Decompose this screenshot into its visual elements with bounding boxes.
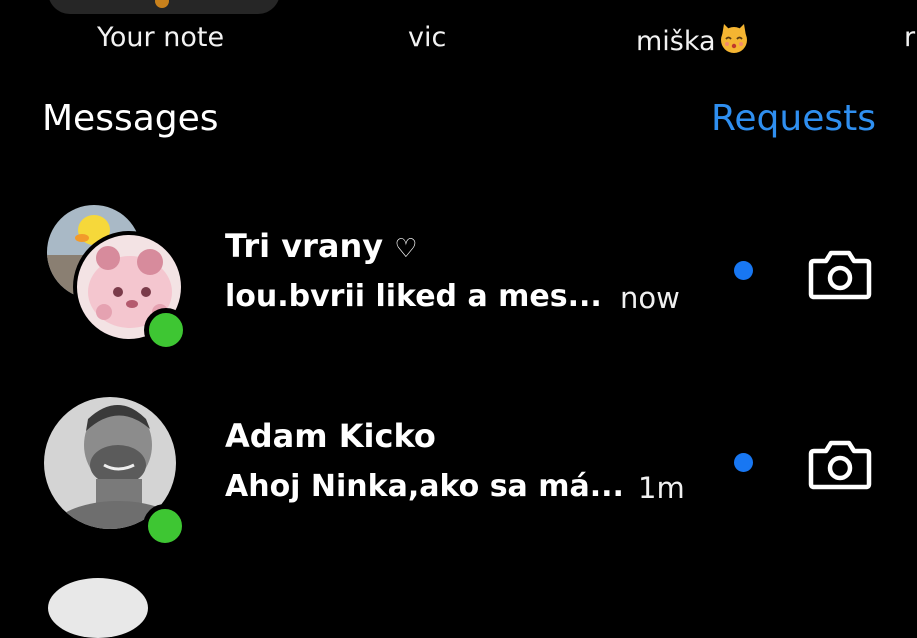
thread-time: now — [620, 281, 680, 315]
online-status-indicator — [143, 504, 187, 548]
thread-row[interactable]: Adam Kicko Ahoj Ninka,ako sa má... 1m — [0, 385, 917, 565]
thread-name: Adam Kicko — [225, 417, 436, 455]
thread-time: 1m — [638, 471, 685, 505]
note-label-miska-text: miška — [636, 26, 716, 57]
next-thread-avatar-partial[interactable] — [48, 578, 148, 638]
group-avatar — [42, 200, 192, 352]
heart-icon: ♡ — [394, 234, 418, 264]
unread-indicator — [734, 453, 753, 472]
online-status-indicator — [144, 308, 188, 352]
camera-icon[interactable] — [808, 437, 872, 491]
requests-link[interactable]: Requests — [711, 98, 876, 139]
thread-name-text: Tri vrany — [225, 227, 384, 265]
note-label-partial[interactable]: r — [904, 22, 915, 53]
kissing-cat-face-icon — [720, 24, 747, 53]
note-label-your-note[interactable]: Your note — [97, 22, 224, 53]
thread-row[interactable]: Tri vrany ♡ lou.bvrii liked a mes... now — [0, 195, 917, 375]
thread-preview: lou.bvrii liked a mes... — [225, 279, 602, 314]
camera-icon[interactable] — [808, 247, 872, 301]
unread-indicator — [734, 261, 753, 280]
contact-avatar — [42, 395, 192, 548]
note-label-vic[interactable]: vic — [408, 22, 446, 53]
messages-heading: Messages — [42, 98, 219, 139]
thread-preview: Ahoj Ninka,ako sa má... — [225, 469, 624, 504]
note-label-miska[interactable]: miška — [636, 22, 750, 57]
thread-name: Tri vrany ♡ — [225, 227, 418, 265]
